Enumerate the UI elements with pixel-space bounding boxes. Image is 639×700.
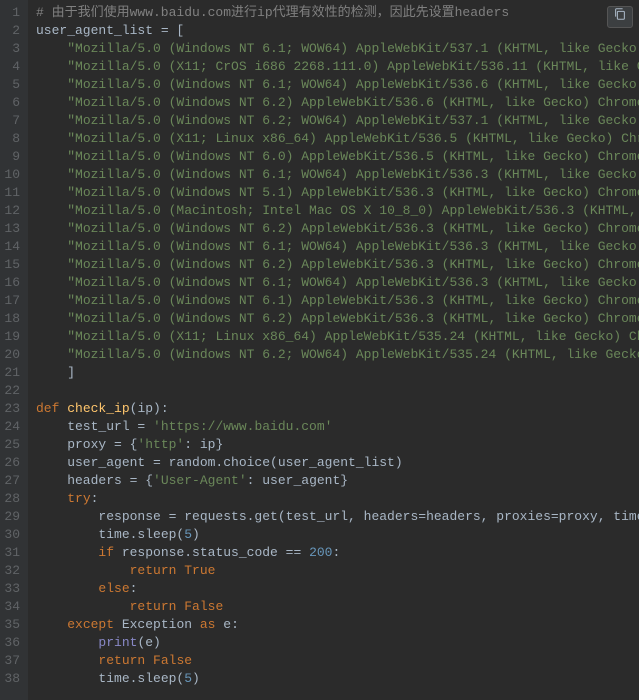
code-line: "Mozilla/5.0 (Windows NT 6.1; WOW64) App… [36,274,639,292]
line-number: 25 [4,436,20,454]
line-number: 35 [4,616,20,634]
line-number: 34 [4,598,20,616]
line-number: 1 [4,4,20,22]
line-number: 28 [4,490,20,508]
code-line: except Exception as e: [36,616,639,634]
line-number-gutter: 1234567891011121314151617181920212223242… [0,0,28,700]
line-number: 11 [4,184,20,202]
code-line: user_agent = random.choice(user_agent_li… [36,454,639,472]
line-number: 3 [4,40,20,58]
line-number: 10 [4,166,20,184]
line-number: 20 [4,346,20,364]
code-line: "Mozilla/5.0 (Windows NT 6.2) AppleWebKi… [36,310,639,328]
code-line: "Mozilla/5.0 (X11; CrOS i686 2268.111.0)… [36,58,639,76]
code-area[interactable]: # 由于我们使用www.baidu.com进行ip代理有效性的检测，因此先设置h… [28,0,639,700]
code-line: "Mozilla/5.0 (Windows NT 6.2) AppleWebKi… [36,220,639,238]
line-number: 4 [4,58,20,76]
code-line: "Mozilla/5.0 (X11; Linux x86_64) AppleWe… [36,130,639,148]
code-line: return False [36,652,639,670]
code-line: time.sleep(5) [36,670,639,688]
code-line: "Mozilla/5.0 (Windows NT 6.1; WOW64) App… [36,40,639,58]
code-line: "Mozilla/5.0 (Windows NT 6.1; WOW64) App… [36,166,639,184]
code-line: "Mozilla/5.0 (Windows NT 6.2) AppleWebKi… [36,256,639,274]
code-line: return False [36,598,639,616]
line-number: 30 [4,526,20,544]
code-line: "Mozilla/5.0 (Windows NT 6.2; WOW64) App… [36,346,639,364]
line-number: 36 [4,634,20,652]
line-number: 6 [4,94,20,112]
line-number: 38 [4,670,20,688]
line-number: 31 [4,544,20,562]
line-number: 23 [4,400,20,418]
line-number: 21 [4,364,20,382]
line-number: 22 [4,382,20,400]
line-number: 33 [4,580,20,598]
code-line: return True [36,562,639,580]
line-number: 2 [4,22,20,40]
line-number: 15 [4,256,20,274]
code-line: "Mozilla/5.0 (X11; Linux x86_64) AppleWe… [36,328,639,346]
line-number: 13 [4,220,20,238]
line-number: 29 [4,508,20,526]
line-number: 26 [4,454,20,472]
code-line: # 由于我们使用www.baidu.com进行ip代理有效性的检测，因此先设置h… [36,4,639,22]
line-number: 9 [4,148,20,166]
code-line: "Mozilla/5.0 (Windows NT 6.1; WOW64) App… [36,238,639,256]
copy-icon [613,7,627,27]
line-number: 27 [4,472,20,490]
code-line: "Mozilla/5.0 (Macintosh; Intel Mac OS X … [36,202,639,220]
code-line: response = requests.get(test_url, header… [36,508,639,526]
code-line: "Mozilla/5.0 (Windows NT 6.0) AppleWebKi… [36,148,639,166]
code-line: "Mozilla/5.0 (Windows NT 6.2; WOW64) App… [36,112,639,130]
code-line: "Mozilla/5.0 (Windows NT 6.2) AppleWebKi… [36,94,639,112]
copy-button[interactable] [607,6,633,28]
code-line: try: [36,490,639,508]
line-number: 19 [4,328,20,346]
code-line: def check_ip(ip): [36,400,639,418]
line-number: 32 [4,562,20,580]
code-line: proxy = {'http': ip} [36,436,639,454]
line-number: 5 [4,76,20,94]
code-line [36,382,639,400]
code-line: time.sleep(5) [36,526,639,544]
line-number: 17 [4,292,20,310]
code-line: print(e) [36,634,639,652]
code-line: test_url = 'https://www.baidu.com' [36,418,639,436]
code-line: "Mozilla/5.0 (Windows NT 5.1) AppleWebKi… [36,184,639,202]
code-line: "Mozilla/5.0 (Windows NT 6.1; WOW64) App… [36,76,639,94]
line-number: 18 [4,310,20,328]
line-number: 7 [4,112,20,130]
line-number: 37 [4,652,20,670]
code-editor: 1234567891011121314151617181920212223242… [0,0,639,700]
line-number: 12 [4,202,20,220]
line-number: 24 [4,418,20,436]
code-line: "Mozilla/5.0 (Windows NT 6.1) AppleWebKi… [36,292,639,310]
line-number: 16 [4,274,20,292]
code-line: user_agent_list = [ [36,22,639,40]
code-line: else: [36,580,639,598]
code-line: ] [36,364,639,382]
line-number: 14 [4,238,20,256]
code-line: headers = {'User-Agent': user_agent} [36,472,639,490]
line-number: 8 [4,130,20,148]
code-line: if response.status_code == 200: [36,544,639,562]
